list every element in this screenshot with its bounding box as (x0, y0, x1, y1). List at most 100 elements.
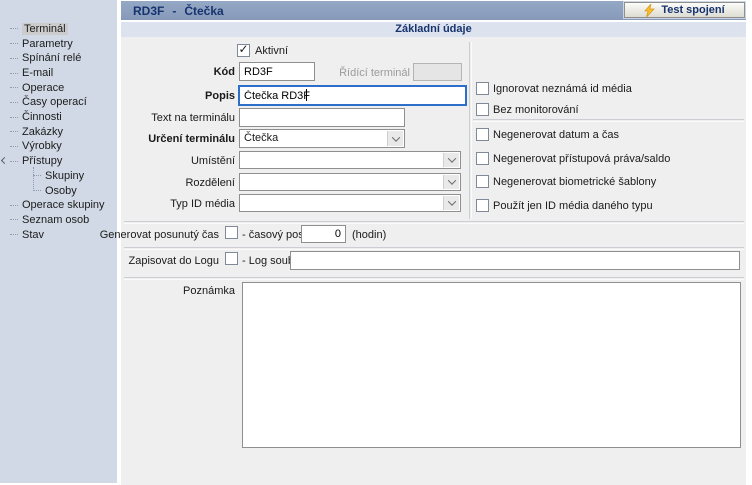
sidebar-item-label: E-mail (22, 67, 53, 79)
ignorovat-neznama-id-media-checkbox[interactable] (476, 82, 489, 95)
negenerovat-datum-cas-checkbox[interactable] (476, 128, 489, 141)
casovy-posun-input[interactable] (301, 225, 346, 243)
ridici-terminal-input (413, 63, 462, 81)
umisteni-dropdown[interactable] (239, 151, 461, 169)
negenerovat-biometricke-sablony-label: Negenerovat biometrické šablony (493, 175, 656, 189)
tree-line (10, 219, 18, 220)
sidebar-item-label: Časy operací (22, 96, 87, 108)
sidebar-item-cinnosti[interactable]: Činnosti (0, 110, 117, 125)
sidebar-item-osoby[interactable]: Osoby (0, 183, 117, 198)
sidebar-item-label: Terminál (22, 23, 68, 35)
sidebar-item-label: Parametry (22, 38, 73, 50)
sidebar-item-seznam-osob[interactable]: Seznam osob (0, 213, 117, 228)
app-window: Terminál Parametry Spínání relé E-mail O… (0, 0, 752, 485)
sidebar-item-vyrobky[interactable]: Výrobky (0, 139, 117, 154)
tree-line (10, 234, 18, 235)
chevron-down-icon (447, 197, 455, 205)
chevron-down-icon (447, 154, 455, 162)
zapisovat-do-logu-checkbox[interactable] (225, 252, 238, 265)
sidebar-item-label: Zakázky (22, 126, 63, 138)
title-separator: - (172, 4, 176, 18)
sidebar-item-spinani-rele[interactable]: Spínání relé (0, 51, 117, 66)
popis-label: Popis (121, 89, 235, 103)
sidebar-item-parametry[interactable]: Parametry (0, 36, 117, 51)
sidebar-item-email[interactable]: E-mail (0, 66, 117, 81)
sidebar-item-label: Seznam osob (22, 214, 89, 226)
generovat-posunuty-cas-checkbox[interactable] (225, 226, 238, 239)
dropdown-arrow-button[interactable] (443, 196, 459, 210)
urceni-terminalu-label: Určení terminálu (121, 132, 235, 146)
sidebar-item-pristupy[interactable]: Přístupy (0, 154, 117, 169)
negenerovat-pristupova-prava-label: Negenerovat přístupová práva/saldo (493, 152, 670, 166)
urceni-terminalu-dropdown[interactable]: Čtečka (239, 129, 405, 148)
tree-line (10, 28, 18, 29)
dropdown-arrow-button[interactable] (443, 175, 459, 189)
sidebar-item-terminal[interactable]: Terminál (0, 22, 117, 37)
bez-monitorovani-label: Bez monitorování (493, 103, 579, 117)
tree-line (10, 131, 18, 132)
sidebar-item-label: Osoby (45, 185, 77, 197)
zapisovat-do-logu-label: Zapisovat do Logu (95, 254, 219, 268)
negenerovat-pristupova-prava-checkbox[interactable] (476, 152, 489, 165)
tree-line (10, 73, 18, 74)
poznamka-label: Poznámka (121, 284, 235, 298)
typ-id-media-dropdown[interactable] (239, 194, 461, 212)
tree-line (10, 43, 18, 44)
bez-monitorovani-checkbox[interactable] (476, 103, 489, 116)
typ-id-media-label: Typ ID média (121, 197, 235, 211)
tree-line (10, 102, 18, 103)
test-connection-label: Test spojení (661, 4, 724, 16)
ignorovat-neznama-id-media-label: Ignorovat neznámá id média (493, 82, 632, 96)
terminal-code: RD3F (133, 4, 164, 18)
sidebar-item-label: Operace (22, 82, 64, 94)
terminal-name: Čtečka (184, 4, 223, 18)
pouzit-jen-id-media-label: Použít jen ID média daného typu (493, 199, 653, 213)
test-connection-button[interactable]: Test spojení (624, 2, 745, 18)
divider (124, 247, 744, 249)
tree-line (33, 190, 41, 191)
poznamka-textarea[interactable] (242, 282, 741, 448)
ridici-terminal-label: Řídící terminál (310, 66, 410, 80)
tree-connector-line (33, 167, 34, 191)
sidebar-item-operace-skupiny[interactable]: Operace skupiny (0, 198, 117, 213)
negenerovat-datum-cas-label: Negenerovat datum a čas (493, 128, 619, 142)
sidebar-item-label: Výrobky (22, 140, 62, 152)
divider (473, 119, 744, 121)
sidebar-item-label: Činnosti (22, 111, 62, 123)
dropdown-arrow-button[interactable] (443, 153, 459, 167)
tree-line (10, 58, 18, 59)
sidebar-item-label: Přístupy (22, 155, 62, 167)
text-na-terminalu-input[interactable] (239, 108, 405, 127)
tree-line (10, 117, 18, 118)
pouzit-jen-id-media-checkbox[interactable] (476, 199, 489, 212)
divider (124, 277, 744, 279)
tree-line (10, 146, 18, 147)
sidebar-item-skupiny[interactable]: Skupiny (0, 168, 117, 183)
text-caret (306, 89, 307, 101)
sidebar-item-zakazky[interactable]: Zakázky (0, 124, 117, 139)
urceni-terminalu-value: Čtečka (244, 132, 278, 144)
log-soubor-input[interactable] (290, 251, 740, 270)
sidebar-item-label: Operace skupiny (22, 199, 105, 211)
tree-line (33, 175, 41, 176)
check-icon: ✓ (238, 44, 248, 55)
sidebar-item-label: Spínání relé (22, 52, 81, 64)
tree-line (10, 161, 18, 162)
kod-input[interactable] (239, 62, 315, 81)
rozdeleni-dropdown[interactable] (239, 173, 461, 191)
aktivni-label: Aktivní (255, 44, 288, 58)
sidebar-item-label: Skupiny (45, 170, 84, 182)
dropdown-arrow-button[interactable] (387, 131, 403, 146)
chevron-down-icon (391, 133, 399, 141)
sidebar-item-label: Stav (22, 229, 44, 241)
section-header: Základní údaje (121, 22, 746, 37)
sidebar-item-casy-operaci[interactable]: Časy operací (0, 95, 117, 110)
popis-input[interactable] (239, 86, 466, 105)
negenerovat-biometricke-sablony-checkbox[interactable] (476, 175, 489, 188)
chevron-down-icon (447, 176, 455, 184)
generovat-posunuty-cas-label: Generovat posunutý čas (95, 228, 219, 242)
kod-label: Kód (121, 65, 235, 79)
aktivni-checkbox[interactable]: ✓ (237, 44, 250, 57)
sidebar-item-operace[interactable]: Operace (0, 80, 117, 95)
rozdeleni-label: Rozdělení (121, 176, 235, 190)
